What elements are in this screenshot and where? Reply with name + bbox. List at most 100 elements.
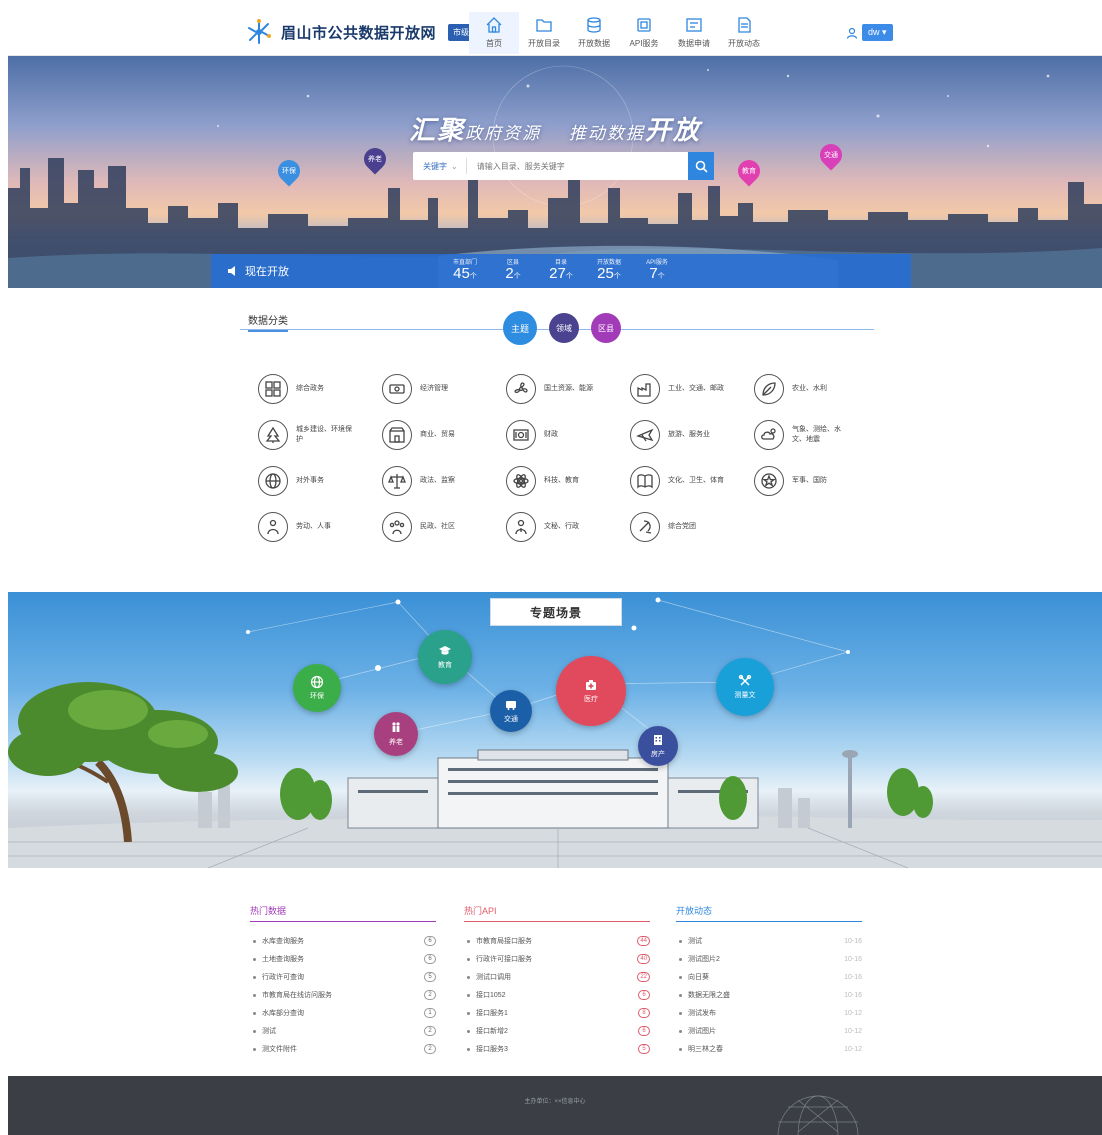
list-item[interactable]: 测试口调用 22 <box>464 968 650 986</box>
list-item[interactable]: 测试发布 10-12 <box>676 1004 862 1022</box>
list-item[interactable]: 行政许可接口服务 40 <box>464 950 650 968</box>
tab-theme[interactable]: 主题 <box>503 311 537 345</box>
list-item-text[interactable]: 市教育局接口服务 <box>476 936 637 946</box>
list-item-text[interactable]: 测文件附件 <box>262 1044 424 1054</box>
list-item[interactable]: 测试 2 <box>250 1022 436 1040</box>
list-item-text[interactable]: 行政许可接口服务 <box>476 954 637 964</box>
book-icon <box>637 474 653 489</box>
category-item[interactable]: 科技、教育 <box>506 458 630 504</box>
scene-bubble-transport[interactable]: 交通 <box>490 690 532 732</box>
nav-apply[interactable]: 数据申请 <box>669 12 719 54</box>
category-item[interactable]: 气象、测绘、水文、地震 <box>754 412 878 458</box>
stat-label: API服务 <box>646 260 668 266</box>
list-item-text[interactable]: 土地查询服务 <box>262 954 424 964</box>
list-item[interactable]: 向日葵 10-16 <box>676 968 862 986</box>
list-item-text[interactable]: 接口1052 <box>476 990 638 1000</box>
list-item[interactable]: 水库部分查询 1 <box>250 1004 436 1022</box>
list-item-text[interactable]: 行政许可查询 <box>262 972 424 982</box>
list-item-text[interactable]: 接口服务3 <box>476 1044 638 1054</box>
list-item-text[interactable]: 接口新增2 <box>476 1026 638 1036</box>
list-item-text[interactable]: 测试图片2 <box>688 954 844 964</box>
category-item[interactable]: 经济管理 <box>382 366 506 412</box>
bullet-dot <box>679 1029 682 1033</box>
scene-bubble-elderly[interactable]: 养老 <box>374 712 418 756</box>
list-item[interactable]: 行政许可查询 5 <box>250 968 436 986</box>
list-item-text[interactable]: 市教育局在线访问服务 <box>262 990 424 1000</box>
nav-open-data[interactable]: 开放数据 <box>569 12 619 54</box>
list-item[interactable]: 明三林之春 10-12 <box>676 1040 862 1058</box>
list-item[interactable]: 接口新增2 6 <box>464 1022 650 1040</box>
search-input[interactable] <box>466 161 688 171</box>
count-badge: 5 <box>424 972 436 982</box>
category-item[interactable]: 旅游、服务业 <box>630 412 754 458</box>
list-item-text[interactable]: 向日葵 <box>688 972 844 982</box>
user-name: dw <box>868 27 880 37</box>
category-item[interactable]: 文秘、行政 <box>506 504 630 550</box>
list-item[interactable]: 测试 10-16 <box>676 932 862 950</box>
site-logo[interactable]: 眉山市公共数据开放网 市级 ▾ <box>245 18 481 46</box>
stat-label: 开放数据 <box>596 260 621 266</box>
bullet-dot <box>679 957 682 961</box>
list-item-text[interactable]: 明三林之春 <box>688 1044 844 1054</box>
category-item[interactable]: 政法、监察 <box>382 458 506 504</box>
scene-bubble-survey[interactable]: 测量文 <box>716 658 774 716</box>
nav-home[interactable]: 首页 <box>469 12 519 54</box>
medical-icon <box>586 680 596 690</box>
category-item[interactable]: 商业、贸易 <box>382 412 506 458</box>
globe-wireframe-decoration <box>777 1095 859 1135</box>
search-button[interactable] <box>688 152 714 180</box>
list-item-text[interactable]: 测试发布 <box>688 1008 844 1018</box>
tab-district[interactable]: 区县 <box>591 313 621 343</box>
page: 眉山市公共数据开放网 市级 ▾ 首页 开放目录 开放数据 API服务 <box>0 0 1102 1135</box>
hot-api-list: 市教育局接口服务 44 行政许可接口服务 40 测试口调用 22 接口1052 6 接口服务1 8… <box>464 932 650 1058</box>
list-item[interactable]: 测试图片2 10-16 <box>676 950 862 968</box>
list-item-text[interactable]: 测试 <box>262 1026 424 1036</box>
pin-label: 环保 <box>282 168 296 175</box>
scene-bubble-medical[interactable]: 医疗 <box>556 656 626 726</box>
list-item[interactable]: 测试图片 10-12 <box>676 1022 862 1040</box>
search-icon <box>695 160 708 173</box>
list-item[interactable]: 水库查询服务 6 <box>250 932 436 950</box>
list-item[interactable]: 接口服务1 8 <box>464 1004 650 1022</box>
category-item[interactable]: 民政、社区 <box>382 504 506 550</box>
category-item[interactable]: 国土资源、能源 <box>506 366 630 412</box>
search-scope-select[interactable]: 关键字 ⌄ <box>413 158 467 174</box>
stat-label: 目录 <box>554 260 567 266</box>
category-item[interactable]: 财政 <box>506 412 630 458</box>
list-item-text[interactable]: 数据无限之盛 <box>688 990 844 1000</box>
category-item[interactable]: 农业、水利 <box>754 366 878 412</box>
category-item[interactable]: 对外事务 <box>258 458 382 504</box>
tools-icon <box>738 674 752 686</box>
nav-news[interactable]: 开放动态 <box>719 12 769 54</box>
scene-bubble-education[interactable]: 教育 <box>418 630 472 684</box>
list-item[interactable]: 土地查询服务 6 <box>250 950 436 968</box>
category-item[interactable]: 文化、卫生、体育 <box>630 458 754 504</box>
category-item[interactable]: 工业、交通、邮政 <box>630 366 754 412</box>
list-item-text[interactable]: 水库查询服务 <box>262 936 424 946</box>
list-item[interactable]: 接口1052 6 <box>464 986 650 1004</box>
weather-icon <box>761 428 776 440</box>
list-item-text[interactable]: 测试口调用 <box>476 972 637 982</box>
category-item[interactable]: 劳动、人事 <box>258 504 382 550</box>
list-item[interactable]: 接口服务3 5 <box>464 1040 650 1058</box>
nav-api[interactable]: API服务 <box>619 12 669 54</box>
user-menu-button[interactable]: dw ▾ <box>862 24 893 41</box>
list-item-text[interactable]: 水库部分查询 <box>262 1008 424 1018</box>
list-item-text[interactable]: 测试 <box>688 936 844 946</box>
list-item[interactable]: 数据无限之盛 10-16 <box>676 986 862 1004</box>
list-item-text[interactable]: 接口服务1 <box>476 1008 638 1018</box>
scene-bubble-environment[interactable]: 环保 <box>293 664 341 712</box>
category-item[interactable]: 城乡建设、环境保护 <box>258 412 382 458</box>
list-item[interactable]: 测文件附件 2 <box>250 1040 436 1058</box>
main-nav: 首页 开放目录 开放数据 API服务 数据申请 开放动态 <box>469 12 769 54</box>
category-item[interactable]: 综合党团 <box>630 504 754 550</box>
tab-domain[interactable]: 领域 <box>549 313 579 343</box>
elderly-icon <box>392 722 400 732</box>
category-item[interactable]: 综合政务 <box>258 366 382 412</box>
list-item[interactable]: 市教育局在线访问服务 2 <box>250 986 436 1004</box>
list-item[interactable]: 市教育局接口服务 44 <box>464 932 650 950</box>
category-item[interactable]: 军事、国防 <box>754 458 878 504</box>
nav-catalog[interactable]: 开放目录 <box>519 12 569 54</box>
scene-bubble-housing[interactable]: 房产 <box>638 726 678 766</box>
list-item-text[interactable]: 测试图片 <box>688 1026 844 1036</box>
